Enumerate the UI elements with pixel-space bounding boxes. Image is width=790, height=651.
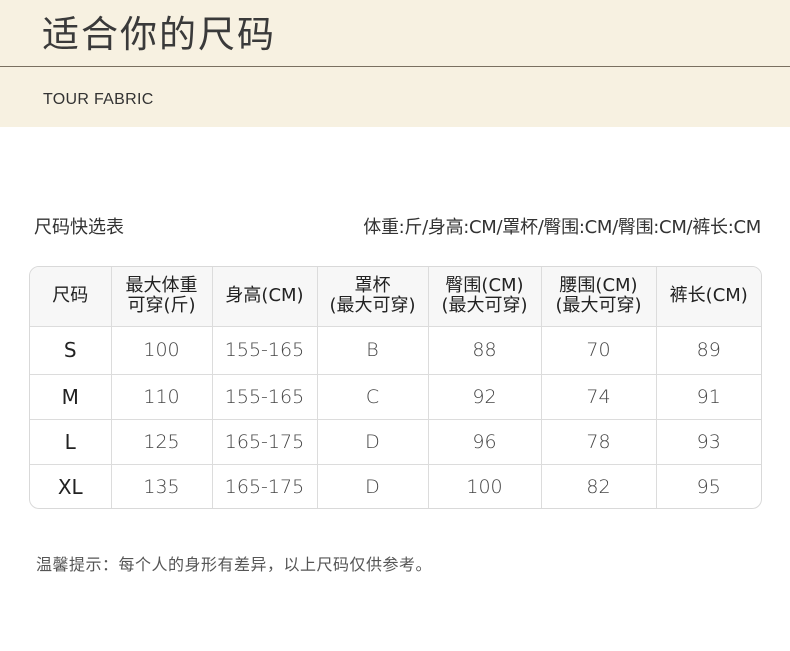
cell-height: 155-165 <box>212 374 318 420</box>
cell-waist: 70 <box>541 326 657 375</box>
cell-waist: 74 <box>541 374 657 420</box>
cell-cup: D <box>317 419 429 465</box>
table-row: XL 135 165-175 D 100 82 95 <box>30 464 761 508</box>
cell-pants-length: 93 <box>656 419 761 465</box>
cell-height: 155-165 <box>212 326 318 375</box>
cell-size: L <box>30 419 112 465</box>
cell-pants-length: 95 <box>696 475 721 498</box>
cell-hip: 88 <box>428 326 542 375</box>
table-row: M 110 155-165 C 92 74 91 <box>30 374 761 420</box>
header-waist: 腰围(CM) (最大可穿) <box>541 267 657 327</box>
cell-size: XL <box>30 464 112 508</box>
cell-pants-length: 91 <box>656 374 761 420</box>
cell-waist: 82 <box>541 464 657 508</box>
cell-weight: 110 <box>111 374 213 420</box>
cell-height: 165-175 <box>212 419 318 465</box>
cell-weight: 100 <box>111 326 213 375</box>
cell-cup: D <box>317 464 429 508</box>
cell-cup: B <box>317 326 429 375</box>
header-cup: 罩杯 (最大可穿) <box>317 267 429 327</box>
cell-size: S <box>30 326 112 375</box>
table-row: S 100 155-165 B 88 70 89 <box>30 326 761 375</box>
size-table: 尺码 最大体重 可穿(斤) 身高(CM) 罩杯 (最大可穿) 臀围(CM) (最大可穿… <box>29 266 762 509</box>
size-table-title: 尺码快选表 <box>34 217 124 238</box>
header-divider <box>0 66 790 67</box>
header-pants-length: 裤长(CM) <box>656 267 761 327</box>
cell-pants-length: 89 <box>656 326 761 375</box>
cell-hip: 96 <box>428 419 542 465</box>
table-row: L 125 165-175 D 96 78 93 <box>30 419 761 465</box>
units-note: 体重:斤/身高:CM/罩杯/臀围:CM/臀围:CM/裤长:CM <box>363 217 761 238</box>
cell-weight: 135 <box>111 464 213 508</box>
cell-waist: 78 <box>541 419 657 465</box>
cell-cup: C <box>317 374 429 420</box>
cell-height: 165-175 <box>212 464 318 508</box>
table-header-row: 尺码 最大体重 可穿(斤) 身高(CM) 罩杯 (最大可穿) 臀围(CM) (最大可穿… <box>30 267 761 327</box>
header-hip: 臀围(CM) (最大可穿) <box>428 267 542 327</box>
page-title: 适合你的尺码 <box>42 13 276 56</box>
cell-size: M <box>30 374 112 420</box>
header-size: 尺码 <box>30 267 112 327</box>
header-banner: 适合你的尺码 TOUR FABRIC <box>0 0 790 127</box>
cell-weight: 125 <box>111 419 213 465</box>
cell-hip: 100 <box>428 464 542 508</box>
cell-hip: 92 <box>428 374 542 420</box>
brand-subtitle: TOUR FABRIC <box>43 91 154 108</box>
header-max-weight: 最大体重 可穿(斤) <box>111 267 213 327</box>
header-height: 身高(CM) <box>212 267 318 327</box>
size-tip: 温馨提示：每个人的身形有差异，以上尺码仅供参考。 <box>36 555 433 574</box>
